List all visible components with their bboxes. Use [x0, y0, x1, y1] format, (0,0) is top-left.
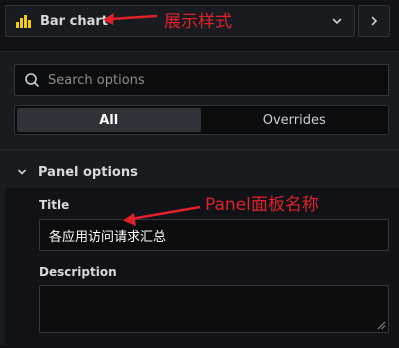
annotation-viz-note: 展示样式	[164, 12, 232, 32]
annotation-title-note: Panel面板名称	[205, 195, 319, 215]
annotation-arrows	[103, 13, 201, 226]
annotation-arrow-viz	[103, 13, 158, 25]
annotation-arrow-title	[123, 205, 201, 226]
